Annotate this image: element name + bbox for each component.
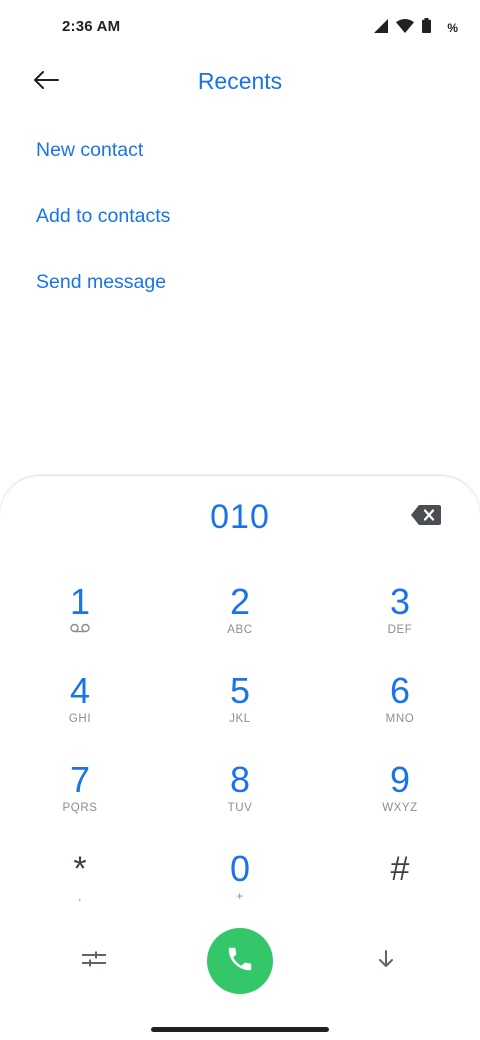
key-3[interactable]: 3 DEF — [340, 582, 460, 662]
key-letters: PQRS — [62, 802, 98, 814]
key-digit: 4 — [69, 670, 91, 711]
signal-icon — [374, 18, 389, 38]
key-9[interactable]: 9 WXYZ — [340, 760, 460, 840]
key-digit: 5 — [229, 670, 251, 711]
key-letters: GHI — [68, 713, 92, 725]
dialpad-sheet: 010 1 2 ABC 3 DEF 4 GHI 5 JKL 6 MNO 7 PQ… — [0, 476, 480, 1040]
send-message-link[interactable]: Send message — [36, 264, 170, 330]
page-title: Recents — [197, 68, 283, 94]
key-letters: , — [78, 891, 82, 903]
key-letters: WXYZ — [382, 802, 418, 814]
home-indicator[interactable] — [151, 1027, 329, 1032]
status-bar: 2:36 AM % — [0, 0, 480, 56]
top-app-bar: Recents — [0, 56, 480, 108]
key-1[interactable]: 1 — [20, 582, 140, 662]
sliders-icon — [82, 951, 106, 972]
key-letters: + — [236, 891, 244, 903]
key-0[interactable]: 0 + — [180, 849, 300, 929]
key-digit: # — [390, 850, 410, 888]
add-to-contacts-link[interactable]: Add to contacts — [36, 198, 170, 264]
key-digit: 1 — [69, 581, 91, 622]
arrow-down-icon — [378, 949, 394, 973]
dialpad-bottom-row — [0, 928, 480, 994]
key-letters: ABC — [227, 624, 253, 636]
status-time: 2:36 AM — [62, 18, 121, 35]
key-letters: DEF — [387, 624, 413, 636]
key-digit: 9 — [389, 759, 411, 800]
key-letters: JKL — [229, 713, 251, 725]
key-star[interactable]: * , — [20, 849, 140, 929]
collapse-dialpad-button[interactable] — [366, 947, 406, 975]
status-icons: % — [366, 18, 458, 38]
key-digit: 3 — [389, 581, 411, 622]
key-8[interactable]: 8 TUV — [180, 760, 300, 840]
phone-icon — [225, 944, 255, 979]
dialpad-options-button[interactable] — [74, 947, 114, 975]
voicemail-icon — [20, 623, 140, 637]
action-list: New contact Add to contacts Send message — [36, 132, 170, 330]
key-7[interactable]: 7 PQRS — [20, 760, 140, 840]
key-6[interactable]: 6 MNO — [340, 671, 460, 751]
battery-percent: % — [447, 21, 458, 35]
new-contact-link[interactable]: New contact — [36, 132, 170, 198]
key-digit: * — [73, 850, 87, 888]
key-digit: 7 — [69, 759, 91, 800]
key-digit: 8 — [229, 759, 251, 800]
key-2[interactable]: 2 ABC — [180, 582, 300, 662]
key-hash[interactable]: # — [340, 849, 460, 929]
backspace-button[interactable] — [408, 504, 444, 530]
key-letters — [340, 890, 460, 904]
battery-icon — [422, 18, 432, 38]
key-letters: TUV — [227, 802, 253, 814]
key-digit: 6 — [389, 670, 411, 711]
key-digit: 2 — [229, 581, 251, 622]
key-letters: MNO — [385, 713, 415, 725]
key-digit: 0 — [229, 848, 251, 889]
key-4[interactable]: 4 GHI — [20, 671, 140, 751]
wifi-icon — [396, 18, 415, 38]
backspace-icon — [411, 504, 441, 530]
key-5[interactable]: 5 JKL — [180, 671, 300, 751]
call-button[interactable] — [207, 928, 273, 994]
